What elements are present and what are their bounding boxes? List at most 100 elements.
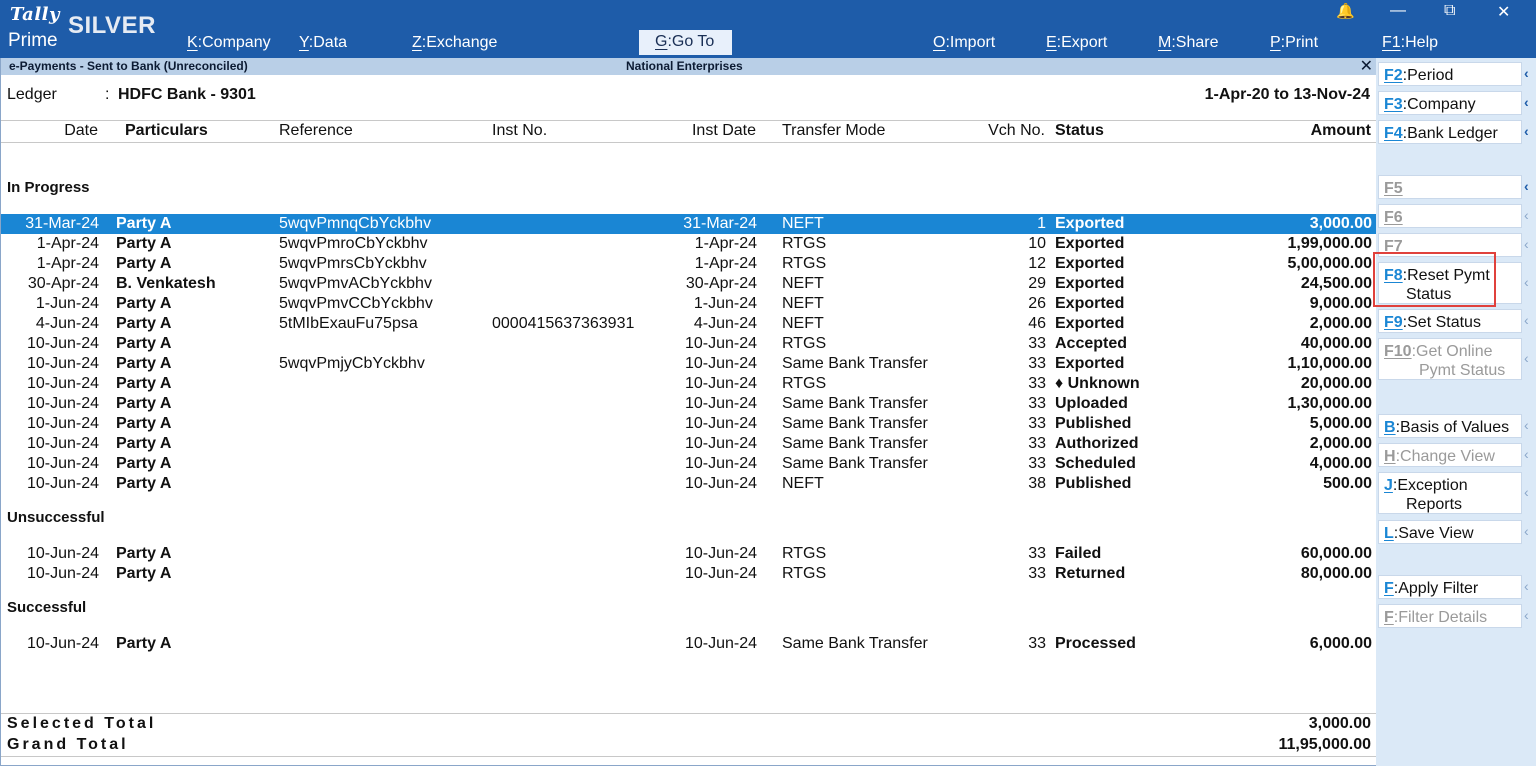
menu-export[interactable]: E:Export — [1046, 34, 1107, 52]
chevron-left-icon[interactable]: ‹ — [1524, 178, 1534, 194]
row-vch-no: 33 — [1028, 545, 1046, 562]
row-transfer-mode: Same Bank Transfer — [782, 395, 928, 412]
row-inst-date: 10-Jun-24 — [684, 375, 757, 392]
side-button-f-14[interactable]: F:Filter Details — [1378, 604, 1522, 628]
side-button-f-13[interactable]: F:Apply Filter — [1378, 575, 1522, 599]
table-row[interactable]: 30-Apr-24 B. Venkatesh 5wqvPmvACbYckbhv 30-… — [1, 274, 1377, 294]
report-title: e-Payments - Sent to Bank (Unreconciled) — [9, 59, 248, 73]
table-row[interactable]: 10-Jun-24 Party A 10-Jun-24 Same Bank Trans… — [1, 634, 1377, 654]
table-row[interactable]: 10-Jun-24 Party A 10-Jun-24 Same Bank Trans… — [1, 414, 1377, 434]
button-label: :Period — [1402, 67, 1454, 84]
side-button-h-10[interactable]: H:Change View — [1378, 443, 1522, 467]
totals-divider-bottom — [1, 756, 1377, 757]
header-divider-top — [1, 120, 1377, 121]
row-party: Party A — [116, 545, 172, 562]
side-button-b-9[interactable]: B:Basis of Values — [1378, 414, 1522, 438]
chevron-left-icon[interactable]: ‹ — [1524, 446, 1534, 462]
table-row[interactable]: 10-Jun-24 Party A 10-Jun-24 Same Bank Trans… — [1, 434, 1377, 454]
chevron-left-icon[interactable]: ‹ — [1524, 207, 1534, 223]
close-window-icon[interactable]: ✕ — [1497, 2, 1510, 22]
chevron-left-icon[interactable]: ‹ — [1524, 523, 1534, 539]
side-button-l-12[interactable]: L:Save View — [1378, 520, 1522, 544]
chevron-left-icon[interactable]: ‹ — [1524, 484, 1534, 500]
menu-data[interactable]: Y:Data — [299, 34, 347, 52]
table-row[interactable]: 1-Jun-24 Party A 5wqvPmvCCbYckbhv 1-Jun-24 N… — [1, 294, 1377, 314]
button-label: :Get Online — [1411, 343, 1493, 360]
restore-icon[interactable]: ⧉ — [1444, 2, 1455, 20]
row-inst-date: 10-Jun-24 — [684, 435, 757, 452]
row-status: Exported — [1055, 295, 1125, 312]
totals-divider-top — [1, 713, 1377, 714]
row-vch-no: 33 — [1028, 455, 1046, 472]
row-reference: 5wqvPmroCbYckbhv — [279, 235, 428, 252]
row-inst-date: 1-Apr-24 — [694, 235, 757, 252]
menu-company[interactable]: K:Company — [187, 34, 271, 52]
close-report-icon[interactable]: ✕ — [1360, 56, 1373, 76]
row-transfer-mode: NEFT — [782, 295, 824, 312]
row-vch-no: 33 — [1028, 355, 1046, 372]
minimize-icon[interactable]: — — [1390, 2, 1406, 20]
table-row[interactable]: 10-Jun-24 Party A 5wqvPmjyCbYckbhv 10-Jun-2… — [1, 354, 1377, 374]
col-inst-date: Inst Date — [691, 122, 756, 139]
menu-share[interactable]: M:Share — [1158, 34, 1218, 52]
row-inst-date: 10-Jun-24 — [684, 545, 757, 562]
col-status: Status — [1055, 122, 1104, 139]
side-button-f5-3[interactable]: F5 — [1378, 175, 1522, 199]
chevron-left-icon[interactable]: ‹ — [1524, 123, 1534, 139]
table-row[interactable]: 1-Apr-24 Party A 5wqvPmroCbYckbhv 1-Apr-24 R… — [1, 234, 1377, 254]
side-button-f4-2[interactable]: F4:Bank Ledger — [1378, 120, 1522, 144]
chevron-left-icon[interactable]: ‹ — [1524, 350, 1534, 366]
row-status: Returned — [1055, 565, 1126, 582]
table-row[interactable]: 10-Jun-24 Party A 10-Jun-24 Same Bank Trans… — [1, 454, 1377, 474]
table-row[interactable]: 10-Jun-24 Party A 10-Jun-24 RTGS 33 Returned 8… — [1, 564, 1377, 584]
side-button-f6-4[interactable]: F6 — [1378, 204, 1522, 228]
col-transfer-mode: Transfer Mode — [782, 122, 886, 139]
table-row[interactable]: 10-Jun-24 Party A 10-Jun-24 RTGS 33 Failed 60,… — [1, 544, 1377, 564]
bell-icon[interactable]: 🔔 — [1336, 2, 1355, 20]
side-button-f2-0[interactable]: F2:Period — [1378, 62, 1522, 86]
row-party: Party A — [116, 235, 172, 252]
chevron-left-icon[interactable]: ‹ — [1524, 417, 1534, 433]
side-button-f9-7[interactable]: F9:Set Status — [1378, 309, 1522, 333]
side-button-j-11[interactable]: J:Exception Reports — [1378, 472, 1522, 514]
chevron-left-icon[interactable]: ‹ — [1524, 607, 1534, 623]
button-label: :Change View — [1395, 448, 1495, 465]
selected-total-amount: 3,000.00 — [1308, 715, 1371, 732]
row-status: Exported — [1055, 315, 1125, 332]
row-transfer-mode: Same Bank Transfer — [782, 435, 928, 452]
row-transfer-mode: NEFT — [782, 275, 824, 292]
table-row[interactable]: 10-Jun-24 Party A 10-Jun-24 NEFT 38 Published… — [1, 474, 1377, 494]
chevron-left-icon[interactable]: ‹ — [1524, 312, 1534, 328]
row-vch-no: 38 — [1028, 475, 1046, 492]
row-amount: 5,000.00 — [1309, 415, 1372, 432]
table-row[interactable]: 4-Jun-24 Party A 5tMIbExauFu75psa 000041563… — [1, 314, 1377, 334]
col-vch-no: Vch No. — [988, 122, 1045, 139]
row-date: 10-Jun-24 — [26, 415, 99, 432]
chevron-left-icon[interactable]: ‹ — [1524, 65, 1534, 81]
table-row[interactable]: 1-Apr-24 Party A 5wqvPmrsCbYckbhv 1-Apr-24 R… — [1, 254, 1377, 274]
table-row[interactable]: 10-Jun-24 Party A 10-Jun-24 Same Bank Trans… — [1, 394, 1377, 414]
grand-total-amount: 11,95,000.00 — [1278, 736, 1371, 753]
row-status: Processed — [1055, 635, 1136, 652]
chevron-left-icon[interactable]: ‹ — [1524, 274, 1534, 290]
menu-exchange[interactable]: Z:Exchange — [412, 34, 497, 52]
row-inst-date: 10-Jun-24 — [684, 415, 757, 432]
row-date: 30-Apr-24 — [27, 275, 99, 292]
col-particulars: Particulars — [125, 122, 208, 139]
menu-help[interactable]: F1:Help — [1382, 34, 1438, 52]
row-amount: 9,000.00 — [1309, 295, 1372, 312]
side-button-f10-8[interactable]: F10:Get Online Pymt Status — [1378, 338, 1522, 380]
menu-go-to[interactable]: G:Go To — [639, 30, 733, 55]
chevron-left-icon[interactable]: ‹ — [1524, 236, 1534, 252]
table-row[interactable]: 10-Jun-24 Party A 10-Jun-24 RTGS 33 Accepted 4… — [1, 334, 1377, 354]
col-reference: Reference — [279, 122, 353, 139]
menu-print[interactable]: P:Print — [1270, 34, 1318, 52]
table-row[interactable]: 31-Mar-24 Party A 5wqvPmnqCbYckbhv 31-Mar-2… — [1, 214, 1377, 234]
side-button-f3-1[interactable]: F3:Company — [1378, 91, 1522, 115]
row-party: Party A — [116, 255, 172, 272]
table-row[interactable]: 10-Jun-24 Party A 10-Jun-24 RTGS 33 ♦ Unknown… — [1, 374, 1377, 394]
chevron-left-icon[interactable]: ‹ — [1524, 578, 1534, 594]
chevron-left-icon[interactable]: ‹ — [1524, 94, 1534, 110]
menu-import[interactable]: O:Import — [933, 34, 995, 52]
row-date: 1-Apr-24 — [36, 235, 99, 252]
